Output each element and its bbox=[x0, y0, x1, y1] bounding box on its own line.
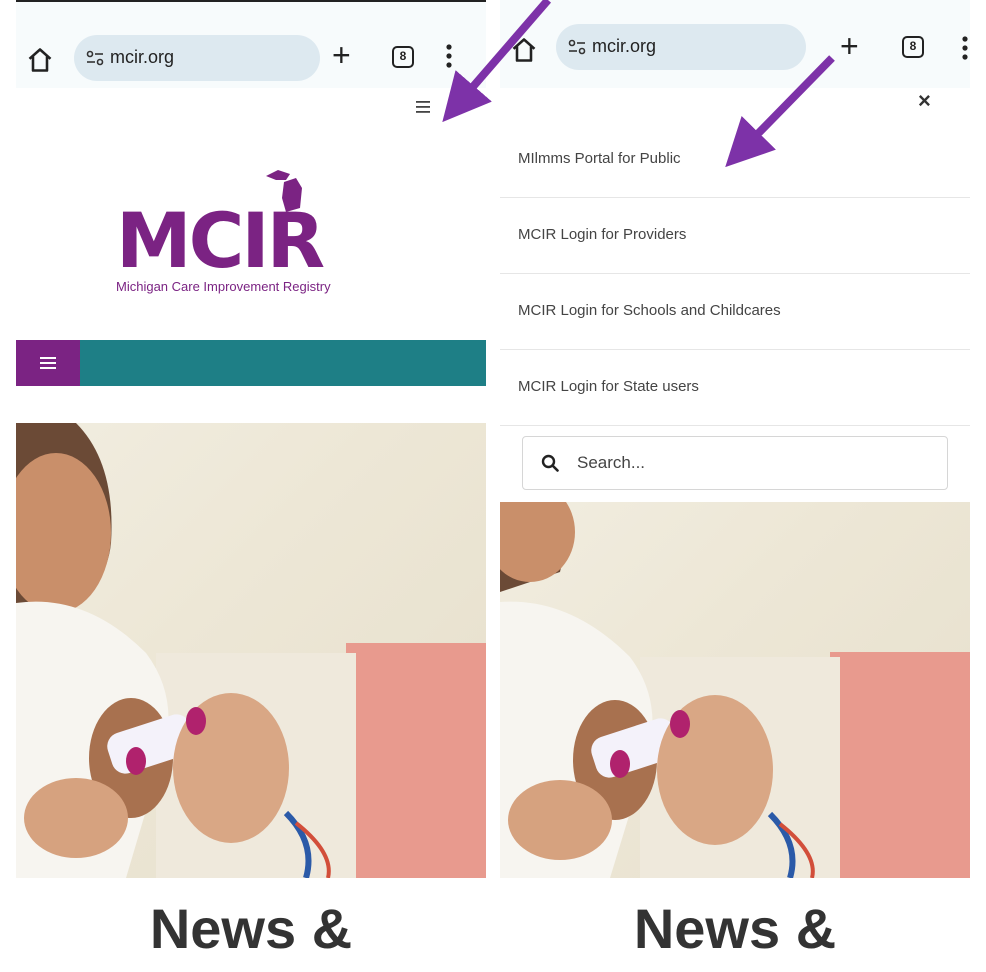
annotation-arrows bbox=[442, 0, 835, 168]
arrow-to-menu-icon bbox=[442, 0, 552, 123]
arrow-to-first-menu-item bbox=[725, 55, 835, 168]
